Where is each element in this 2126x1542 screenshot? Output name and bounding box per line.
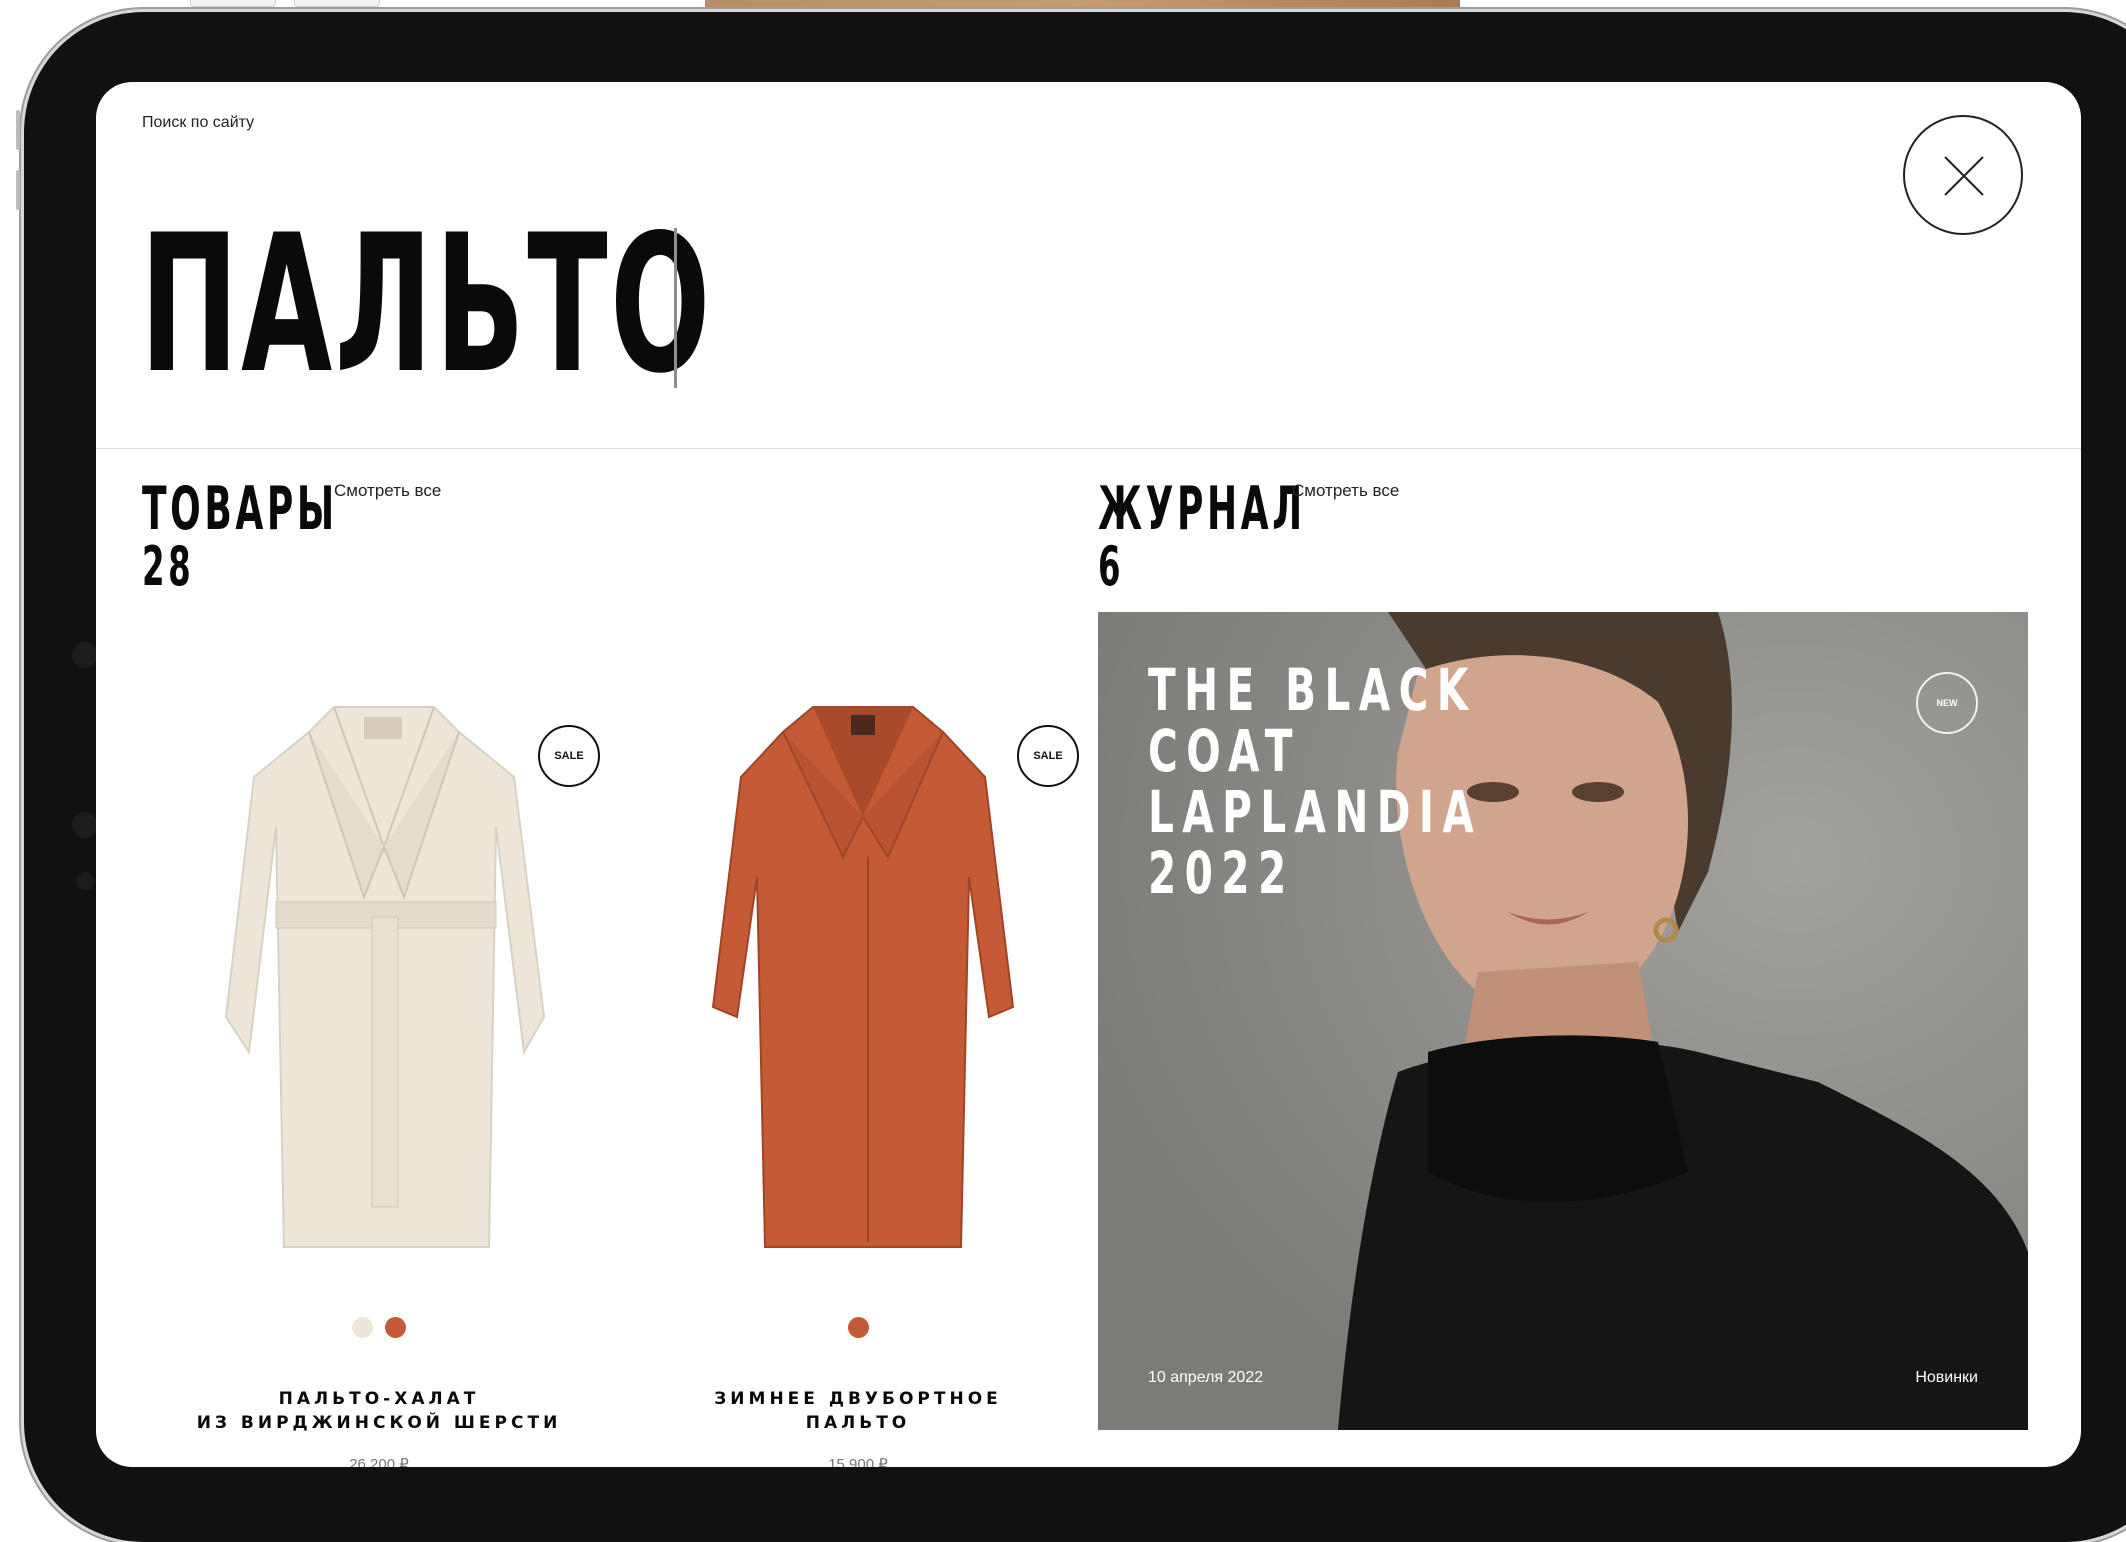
divider [96,448,2081,449]
color-swatch-terracotta[interactable] [847,1317,869,1338]
product-name-line: ЗИМНЕЕ ДВУБОРТНОЕ [714,1389,1002,1409]
product-name-line: ПАЛЬТО [805,1413,911,1433]
text-caret [674,228,677,388]
journal-title: ЖУРНАЛ [1098,474,1306,544]
journal-headline-line: 2022 [1148,839,1295,907]
product-name[interactable]: ЗИМНЕЕ ДВУБОРТНОЕ ПАЛЬТО [573,1387,1143,1435]
journal-headline-line: THE BLACK [1148,656,1477,724]
product-image-ivory-coat [224,706,546,1248]
new-badge: NEW [1916,672,1978,734]
background-photo-strip [705,0,1460,8]
color-swatches [154,1317,604,1343]
journal-date: 10 апреля 2022 [1148,1369,1264,1386]
color-swatch-terracotta[interactable] [385,1317,406,1338]
search-input[interactable]: ПАЛЬТО [140,210,713,400]
close-button[interactable] [1903,115,2023,235]
journal-headline-line: COAT [1148,717,1301,785]
journal-see-all-link[interactable]: Смотреть все [1292,481,1399,501]
product-price: 15.900 ₽ [828,1456,888,1467]
search-label: Поиск по сайту [142,114,255,131]
close-icon [1944,156,1984,196]
product-image-terracotta-coat [711,706,1015,1248]
color-swatch-ivory[interactable] [352,1317,373,1338]
journal-article-card[interactable]: THE BLACK COAT LAPLANDIA 2022 NEW 10 апр… [1098,612,2028,1430]
product-card[interactable]: SALE ПАЛЬТО-ХАЛАТ ИЗ ВИРДЖИНСКОЙ ШЕРСТИ … [154,617,604,1467]
background-tab [294,0,380,7]
product-price: 26.200 ₽ [349,1456,409,1467]
products-see-all-link[interactable]: Смотреть все [334,481,441,501]
volume-button [16,110,20,150]
sale-badge: SALE [538,725,600,787]
search-overlay-screen: Поиск по сайту ПАЛЬТО ТОВАРЫ Смотреть вс… [96,82,2081,1467]
journal-count: 6 [1098,535,1125,598]
camera-dot [76,872,94,890]
color-swatches [633,1317,1083,1343]
journal-headline: THE BLACK COAT LAPLANDIA 2022 [1148,660,1482,904]
volume-button [16,170,20,210]
camera-dot [72,642,98,668]
camera-dot [72,812,98,838]
sale-badge: SALE [1017,725,1079,787]
journal-category[interactable]: Новинки [1915,1369,1978,1387]
products-title: ТОВАРЫ [142,474,338,544]
background-tab [190,0,276,7]
products-count: 28 [142,535,195,598]
product-card[interactable]: SALE ЗИМНЕЕ ДВУБОРТНОЕ ПАЛЬТО 15.900 ₽ [633,617,1083,1467]
journal-headline-line: LAPLANDIA [1148,778,1483,846]
